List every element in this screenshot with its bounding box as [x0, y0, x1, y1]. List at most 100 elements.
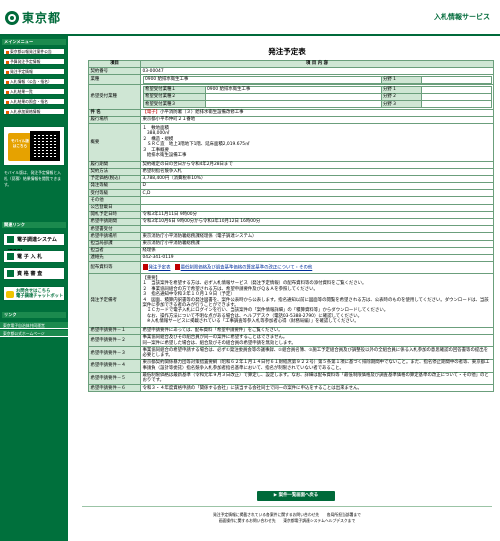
summary-line: 給排水衛生設備工事 [142, 153, 187, 159]
row-label: 希望申請要件－６ [88, 384, 141, 393]
footer-divider [82, 506, 492, 507]
footer: 発注予定情報に掲載されている各案件に関するお問い合わせ先 各局所担当部署まで 画… [82, 512, 492, 524]
row-label: 希望書受付 [88, 225, 141, 234]
pdf-icon [174, 264, 180, 271]
col-header-content: 項 目 内 容 [140, 59, 494, 69]
table-row: 希望申請期間 令和3年10月6日 9時00分から令和3年10月12日 16時00分 [88, 217, 494, 227]
apply-value: 令和3年10月6日 9時00分から令和3年10月12日 16時00分 [140, 217, 494, 227]
table-row: その他 [88, 196, 494, 205]
title-text: 小平消防署（３）給排水衛生設備改修工事 [160, 110, 244, 116]
back-to-list-button[interactable]: ▶ 案件一覧画面へ戻る [257, 491, 335, 501]
desired-value [204, 100, 382, 109]
table-row: 希望申請要件－３ 事業協同組合の希望申請する場合は、必ず①発注委員会等の議事録、②… [88, 346, 494, 361]
table-row: 希望申請要件－４ 東京都契約関係暴力団等対策措置要綱（昭和６２年１月１４日付６１財… [88, 359, 494, 373]
mobile-note: モバイル版は、発注予定情報と入札（見積）結果情報を閲覧できます。 [4, 170, 61, 187]
table-row: 概要 １ 敷地面積 388,000㎡ ２ 構造・規模 ＳＲＣ造 地上3階地下1階… [88, 123, 494, 162]
business-value: 0900 給排水衛生工事 [142, 75, 382, 84]
bunya-value [420, 92, 492, 102]
desired-cell: 希望受付業種１ 0900 給排水衛生工事 分野 1 希望受付業種２ 分野 2 希望受付… [140, 84, 494, 110]
person-value: 経理係 [140, 246, 494, 255]
remarks-line: ４ 図面、積算内訳書等の発注図書を、案件公表時から公表します。指名通知以前に図面… [142, 297, 489, 309]
sidebar-item-koho[interactable]: 東京都公報発注案件公告 [3, 48, 65, 55]
bullet-icon [6, 110, 9, 114]
doc-link-standard[interactable]: 最低制限価格及び調査基準価格の算定基準の改正について・その他 [181, 266, 313, 271]
sidebar-item-label: 予算発注予定情報 [10, 59, 41, 64]
row-label: 希望申請場所 [88, 232, 141, 241]
row-label: 担当局部課 [88, 239, 141, 248]
link-tokyo-official[interactable]: 東京都公式ホームページ [0, 330, 68, 337]
table-row: 発注等級 D [88, 182, 494, 191]
sidebar-item-inquiry[interactable]: 入札結果の照会・指名 [3, 98, 65, 105]
sidebar-item-label: 発注予定情報 [10, 69, 33, 74]
req1-value: 希望申請要件にあっては、配布資料「希望申請要件」をご覧ください。 [140, 326, 494, 335]
sidebar-item-bid-info[interactable]: 入札情報（公告・指名） [3, 78, 65, 85]
row-label: 契約方法 [88, 167, 141, 176]
project-title: 【電子】小平消防署（３）給排水衛生設備改修工事 [140, 108, 494, 117]
link-joint-operation[interactable]: 東京電子自治体共同運営 [0, 322, 68, 329]
table-row: 公告登載日 [88, 203, 494, 212]
row-label: 公告登載日 [88, 203, 141, 212]
plan-table: 項目 項 目 内 容 契約番号 03-00047 業種 0900 給排水衛生工事… [88, 59, 494, 393]
price-value: 3,788,400円（消費税率10%） [140, 174, 494, 184]
row-label: 希望申請要件－３ [88, 346, 141, 361]
open-value: 令和3年11月11日 9時00分 [140, 210, 494, 220]
desired-label: 希望受付業種１ [142, 85, 206, 94]
sidebar-item-label: 入札参加資格情報 [10, 109, 41, 114]
chatbot-link[interactable]: お問合せはこちら 電子調達チャットボット [3, 286, 65, 301]
req2-value: 事業協同組合及びその組合員が同一の案件に希望することはできません。 同一案件に希… [140, 333, 494, 348]
mobile-button[interactable]: モバイル版 はこちら [8, 133, 32, 161]
bullet-icon [6, 100, 9, 104]
row-label: 概要 [88, 123, 141, 162]
link-qualification[interactable]: 資 格 審 査 [3, 267, 65, 280]
row-label: 希望申請要件－５ [88, 371, 141, 386]
business-cell: 0900 給排水衛生工事 分野 1 [140, 74, 494, 86]
table-row: 契約番号 03-00047 [88, 67, 494, 76]
bid-value [140, 203, 494, 212]
table-row: 希望申請要件－２ 事業協同組合及びその組合員が同一の案件に希望することはできません… [88, 333, 494, 348]
dept2-value: 東京消防庁小平消防署総務課 [140, 239, 494, 248]
sidebar-item-label: 東京都公報発注案件公告 [10, 49, 52, 54]
tel-value: 042-341-0119 [140, 253, 494, 263]
row-label: 担当者 [88, 246, 141, 255]
tokyo-logo[interactable]: 東京都 [5, 9, 61, 26]
docs-value: 発注予定表 最低制限価格及び調査基準価格の算定基準の改正について・その他 [140, 261, 494, 275]
bunya-label: 分野 1 [380, 75, 422, 84]
table-header-row: 項目 項 目 内 容 [88, 59, 494, 69]
desired-value: 0900 給排水衛生工事 [204, 85, 382, 94]
sidebar-heading-bottom: リンク [2, 312, 66, 318]
footer-line: 画面操作に関するお問い合わせ先 東京都電子調達システムヘルプデスクまで [218, 518, 356, 523]
row-label: 希望申請期間 [88, 217, 141, 227]
desired-label: 希望受付業種２ [142, 92, 206, 102]
row-label: その他 [88, 196, 141, 205]
table-row: 履行場所 東京都小平市仲町２１番地 [88, 115, 494, 125]
link-label: 資 格 審 査 [17, 271, 43, 277]
link-e-procurement[interactable]: 電子調達システム(TOP) [3, 233, 65, 255]
row-label: 希望申請要件－１ [88, 326, 141, 335]
desired-value [204, 92, 382, 102]
sidebar-item-label: 入札結果の照会・指名 [10, 99, 48, 104]
table-row: 配布資料等 発注予定表 最低制限価格及び調査基準価格の算定基準の改正について・そ… [88, 261, 494, 275]
header-divider [0, 34, 500, 36]
link-e-bidding[interactable]: 電 子 入 札 [3, 250, 65, 263]
doc-link-plan[interactable]: 発注予定表 [149, 266, 171, 271]
dept-value: 東京消防庁小平消防署総務課経理係（電子調達システム） [140, 232, 494, 241]
sidebar-item-plan[interactable]: 発注予定情報 [3, 68, 65, 75]
table-row: 件 名 【電子】小平消防署（３）給排水衛生設備改修工事 [88, 108, 494, 117]
table-row: 受付等級 C,D [88, 189, 494, 198]
req5-value: 最低制限価格は最新基準（令和元年９月３日改正）で算定し、設定します。なお、詳細は… [140, 371, 494, 386]
sidebar-item-label: 入札結果一覧 [10, 89, 33, 94]
row-label: 発注予定備考 [88, 273, 141, 328]
table-row: 希望申請要件－１ 希望申請要件にあっては、配布資料「希望申請要件」をご覧ください。 [88, 326, 494, 335]
sidebar-item-results[interactable]: 入札結果一覧 [3, 88, 65, 95]
sidebar-item-qualification[interactable]: 入札参加資格情報 [3, 108, 65, 115]
grade-value: D [140, 182, 494, 191]
sidebar-item-budget[interactable]: 予算発注予定情報 [3, 58, 65, 65]
grade2-value: C,D [140, 189, 494, 198]
sidebar-heading-menu: メインメニュー [2, 39, 66, 45]
bullet-icon [6, 50, 9, 54]
table-row: 希望申請要件－６ 令和３・４年度資格申請の「関係する会社」に該当する会社同士で同一… [88, 384, 494, 393]
row-label: 配布資料等 [88, 261, 141, 275]
row-label: 契約番号 [88, 67, 141, 76]
logo-text: 東京都 [22, 11, 62, 25]
header: 東京都 入札情報サービス [0, 0, 500, 36]
